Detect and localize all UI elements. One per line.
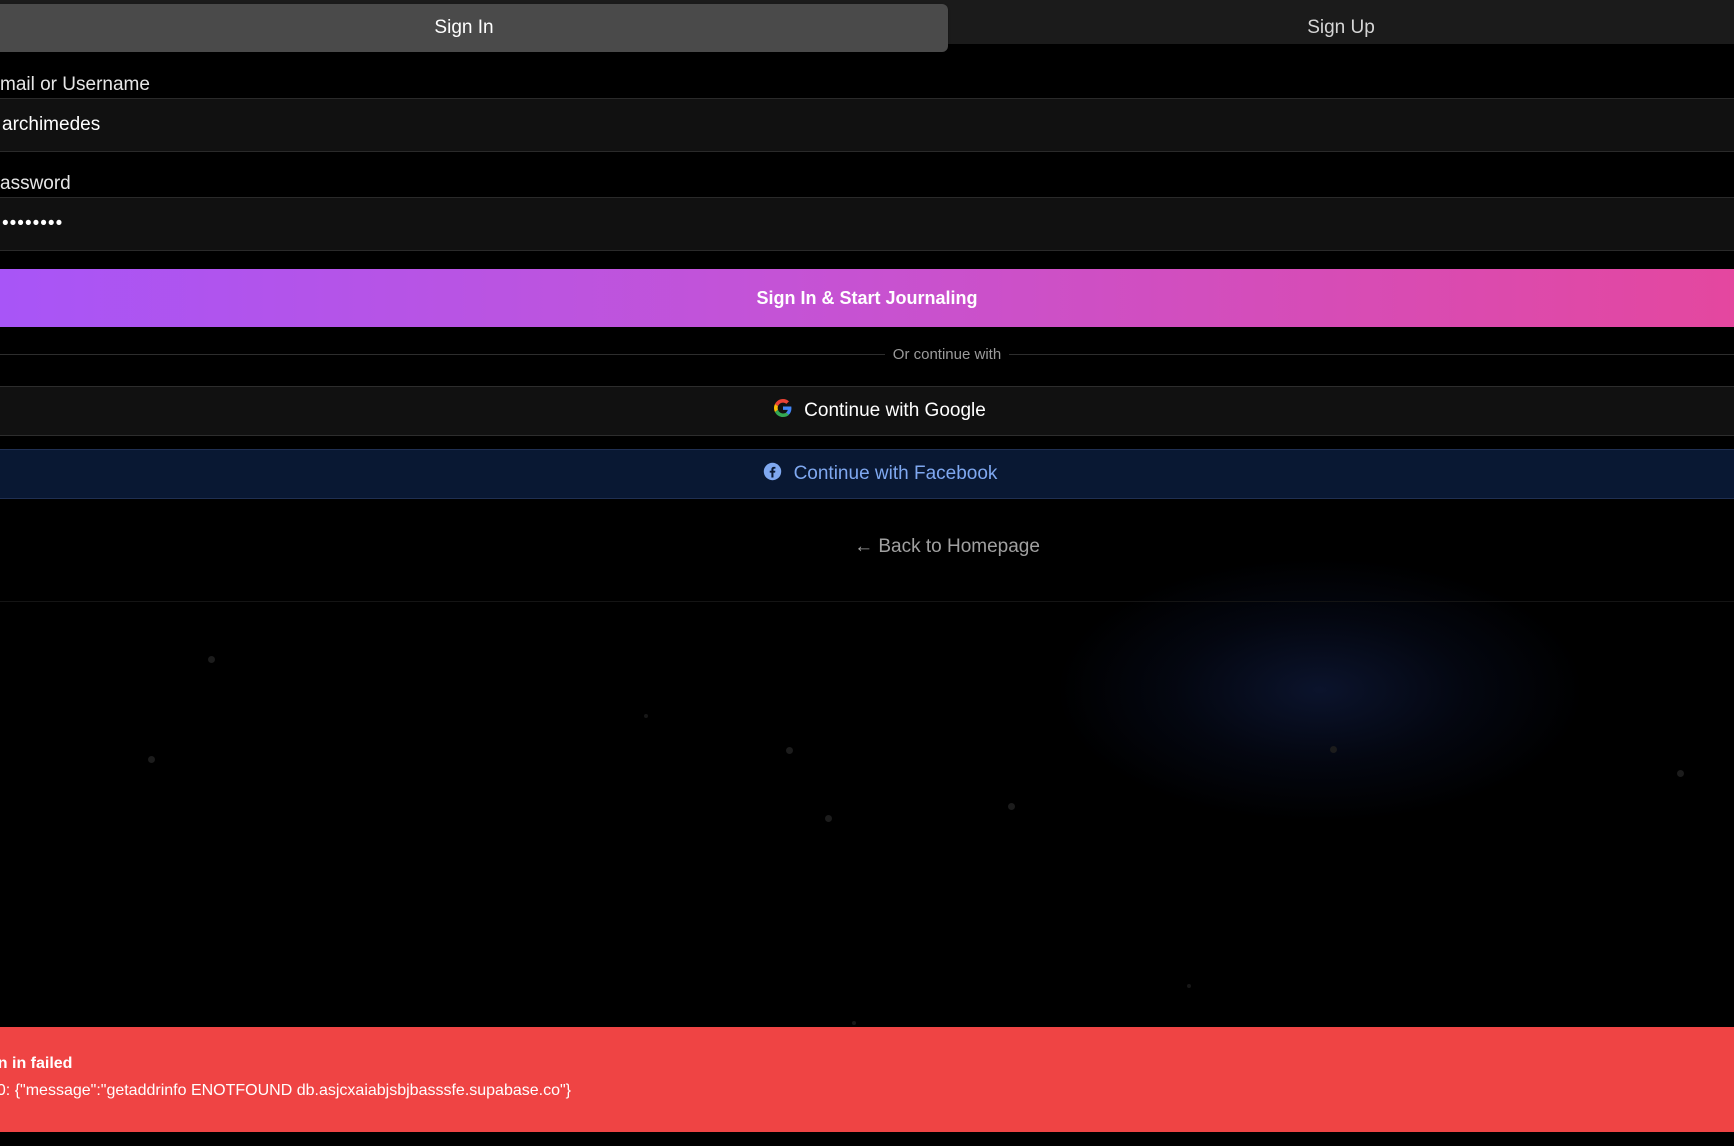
- auth-tabs: Sign In Sign Up: [0, 0, 1734, 52]
- facebook-icon: [763, 462, 782, 487]
- divider-label: Or continue with: [884, 346, 1010, 363]
- identifier-input[interactable]: [0, 113, 1734, 137]
- background-star: [852, 1021, 856, 1025]
- background-star: [825, 815, 832, 822]
- toast-title: gn in failed: [0, 1055, 73, 1072]
- auth-page: Sign In Sign Up mail or Username assword…: [0, 0, 1734, 1146]
- facebook-signin-button[interactable]: Continue with Facebook: [0, 449, 1734, 499]
- background-star: [208, 656, 215, 663]
- error-toast[interactable]: gn in failed 00: {"message":"getaddrinfo…: [0, 1027, 1734, 1132]
- background-star: [1008, 803, 1015, 810]
- background-star: [1187, 984, 1191, 988]
- back-to-homepage-link[interactable]: ← Back to Homepage: [0, 536, 1734, 558]
- sign-in-submit-button[interactable]: Sign In & Start Journaling: [0, 269, 1734, 327]
- background-glow: [1060, 560, 1580, 820]
- google-icon: [774, 399, 792, 423]
- identifier-field-wrapper: [0, 98, 1734, 152]
- password-field[interactable]: ••••••••: [0, 197, 1734, 251]
- background-star: [786, 747, 793, 754]
- facebook-button-content: Continue with Facebook: [763, 462, 998, 487]
- background-star: [644, 714, 648, 718]
- google-signin-button[interactable]: Continue with Google: [0, 386, 1734, 436]
- password-label: assword: [0, 173, 71, 194]
- background-star: [1677, 770, 1684, 777]
- tab-sign-up[interactable]: Sign Up: [948, 4, 1734, 52]
- divider-text: Or continue with: [0, 346, 1734, 363]
- google-button-content: Continue with Google: [774, 399, 986, 423]
- tab-sign-in[interactable]: Sign In: [0, 4, 948, 52]
- google-button-label: Continue with Google: [804, 400, 986, 421]
- section-divider: [0, 601, 1734, 602]
- facebook-button-label: Continue with Facebook: [793, 463, 998, 484]
- background-star: [148, 756, 155, 763]
- background-star: [1330, 746, 1337, 753]
- identifier-label: mail or Username: [0, 74, 150, 95]
- password-masked-value: ••••••••: [2, 213, 64, 234]
- toast-description: 00: {"message":"getaddrinfo ENOTFOUND db…: [0, 1082, 572, 1099]
